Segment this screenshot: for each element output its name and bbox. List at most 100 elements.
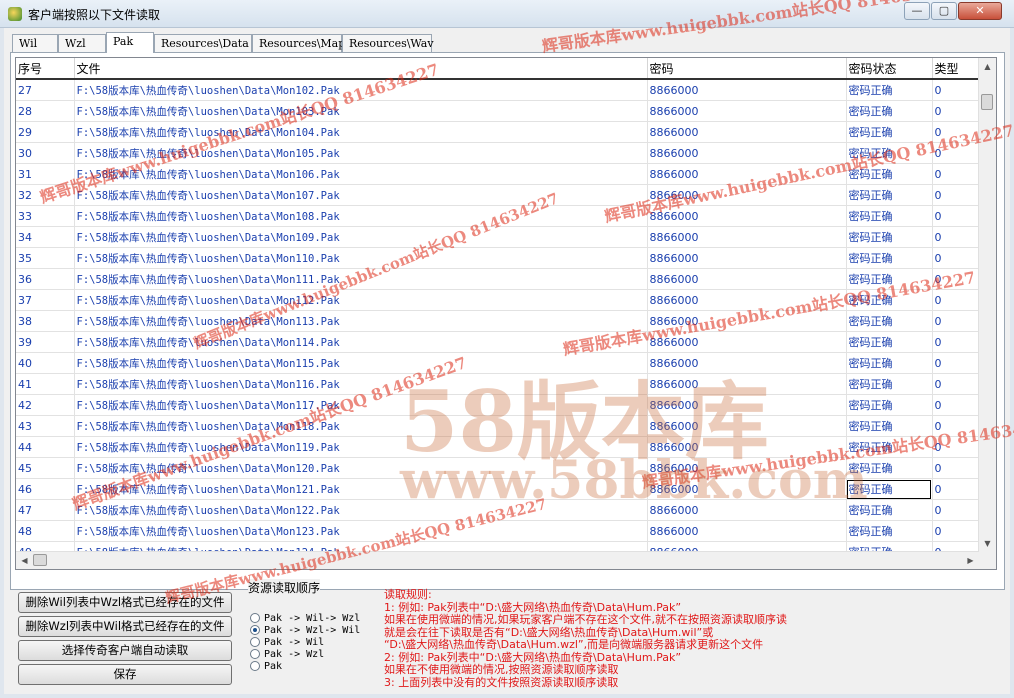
cell-status[interactable]: 密码正确 — [846, 520, 933, 542]
minimize-button[interactable]: — — [904, 2, 930, 20]
tab-resources-wav[interactable]: Resources\Wav — [342, 34, 434, 52]
table-row[interactable]: 39 F:\58版本库\热血传奇\luoshen\Data\Mon114.Pak 8… — [16, 331, 979, 353]
tab-wzl[interactable]: Wzl — [58, 34, 106, 52]
cell-password[interactable]: 8866000 — [647, 520, 847, 542]
cell-index[interactable]: 38 — [16, 310, 75, 332]
horizontal-scrollbar[interactable]: ◀ ▶ — [16, 551, 979, 569]
cell-type[interactable]: 0 — [932, 268, 979, 290]
cell-type[interactable]: 0 — [932, 415, 979, 437]
cell-password[interactable]: 8866000 — [647, 121, 847, 143]
cell-type[interactable]: 0 — [932, 247, 979, 269]
tab-pak[interactable]: Pak — [106, 32, 154, 53]
cell-password[interactable]: 8866000 — [647, 79, 847, 101]
cell-type[interactable]: 0 — [932, 121, 979, 143]
cell-type[interactable]: 0 — [932, 394, 979, 416]
cell-file[interactable]: F:\58版本库\热血传奇\luoshen\Data\Mon104.Pak — [74, 121, 648, 143]
table-row[interactable]: 42 F:\58版本库\热血传奇\luoshen\Data\Mon117.Pak 8… — [16, 394, 979, 416]
file-grid[interactable]: 序号 文件 密码 密码状态 类型 27 F:\58版本库\热血传奇\luoshen… — [15, 57, 997, 570]
delete-wil-duplicates-button[interactable]: 删除Wil列表中Wzl格式已经存在的文件 — [18, 592, 232, 613]
table-row[interactable]: 30 F:\58版本库\热血传奇\luoshen\Data\Mon105.Pak 8… — [16, 142, 979, 164]
cell-index[interactable]: 44 — [16, 436, 75, 458]
cell-file[interactable]: F:\58版本库\热血传奇\luoshen\Data\Mon121.Pak — [74, 478, 648, 500]
cell-type[interactable]: 0 — [932, 100, 979, 122]
cell-type[interactable]: 0 — [932, 79, 979, 101]
vertical-scrollbar[interactable]: ▲ ▼ — [978, 58, 996, 552]
cell-password[interactable]: 8866000 — [647, 226, 847, 248]
cell-index[interactable]: 42 — [16, 394, 75, 416]
table-row[interactable]: 41 F:\58版本库\热血传奇\luoshen\Data\Mon116.Pak 8… — [16, 373, 979, 395]
cell-file[interactable]: F:\58版本库\热血传奇\luoshen\Data\Mon120.Pak — [74, 457, 648, 479]
cell-file[interactable]: F:\58版本库\热血传奇\luoshen\Data\Mon114.Pak — [74, 331, 648, 353]
scroll-right-icon[interactable]: ▶ — [962, 552, 979, 569]
cell-file[interactable]: F:\58版本库\热血传奇\luoshen\Data\Mon117.Pak — [74, 394, 648, 416]
table-row[interactable]: 29 F:\58版本库\热血传奇\luoshen\Data\Mon104.Pak 8… — [16, 121, 979, 143]
cell-type[interactable]: 0 — [932, 352, 979, 374]
cell-password[interactable]: 8866000 — [647, 352, 847, 374]
cell-file[interactable]: F:\58版本库\热血传奇\luoshen\Data\Mon103.Pak — [74, 100, 648, 122]
column-header-password-status[interactable]: 密码状态 — [846, 58, 933, 80]
cell-password[interactable]: 8866000 — [647, 184, 847, 206]
cell-file[interactable]: F:\58版本库\热血传奇\luoshen\Data\Mon122.Pak — [74, 499, 648, 521]
close-button[interactable]: ✕ — [958, 2, 1002, 20]
scroll-up-icon[interactable]: ▲ — [979, 58, 996, 75]
table-row[interactable]: 47 F:\58版本库\热血传奇\luoshen\Data\Mon122.Pak 8… — [16, 499, 979, 521]
radio-icon[interactable] — [250, 613, 260, 623]
cell-type[interactable]: 0 — [932, 520, 979, 542]
cell-file[interactable]: F:\58版本库\热血传奇\luoshen\Data\Mon116.Pak — [74, 373, 648, 395]
cell-file[interactable]: F:\58版本库\热血传奇\luoshen\Data\Mon105.Pak — [74, 142, 648, 164]
scroll-left-icon[interactable]: ◀ — [16, 552, 33, 569]
cell-password[interactable]: 8866000 — [647, 415, 847, 437]
save-button[interactable]: 保存 — [18, 664, 232, 685]
cell-file[interactable]: F:\58版本库\热血传奇\luoshen\Data\Mon110.Pak — [74, 247, 648, 269]
table-row[interactable]: 28 F:\58版本库\热血传奇\luoshen\Data\Mon103.Pak 8… — [16, 100, 979, 122]
cell-file[interactable]: F:\58版本库\热血传奇\luoshen\Data\Mon108.Pak — [74, 205, 648, 227]
cell-file[interactable]: F:\58版本库\热血传奇\luoshen\Data\Mon111.Pak — [74, 268, 648, 290]
cell-file[interactable]: F:\58版本库\热血传奇\luoshen\Data\Mon123.Pak — [74, 520, 648, 542]
cell-index[interactable]: 45 — [16, 457, 75, 479]
cell-password[interactable]: 8866000 — [647, 331, 847, 353]
cell-status[interactable]: 密码正确 — [846, 352, 933, 374]
table-row[interactable]: 36 F:\58版本库\热血传奇\luoshen\Data\Mon111.Pak 8… — [16, 268, 979, 290]
vertical-scroll-thumb[interactable] — [981, 94, 993, 110]
cell-file[interactable]: F:\58版本库\热血传奇\luoshen\Data\Mon119.Pak — [74, 436, 648, 458]
cell-password[interactable]: 8866000 — [647, 499, 847, 521]
cell-status[interactable]: 密码正确 — [846, 79, 933, 101]
read-order-option-4[interactable]: Pak -> Wzl — [250, 649, 324, 661]
cell-type[interactable]: 0 — [932, 289, 979, 311]
maximize-button[interactable]: ▢ — [931, 2, 957, 20]
column-header-password[interactable]: 密码 — [647, 58, 847, 80]
read-order-option-5[interactable]: Pak — [250, 661, 282, 673]
cell-index[interactable]: 48 — [16, 520, 75, 542]
cell-index[interactable]: 32 — [16, 184, 75, 206]
cell-status[interactable]: 密码正确 — [846, 268, 933, 290]
table-row[interactable]: 31 F:\58版本库\热血传奇\luoshen\Data\Mon106.Pak 8… — [16, 163, 979, 185]
radio-checked-icon[interactable] — [250, 625, 260, 635]
table-row[interactable]: 43 F:\58版本库\热血传奇\luoshen\Data\Mon118.Pak 8… — [16, 415, 979, 437]
radio-icon[interactable] — [250, 649, 260, 659]
cell-file[interactable]: F:\58版本库\热血传奇\luoshen\Data\Mon107.Pak — [74, 184, 648, 206]
cell-file[interactable]: F:\58版本库\热血传奇\luoshen\Data\Mon109.Pak — [74, 226, 648, 248]
auto-read-client-button[interactable]: 选择传奇客户端自动读取 — [18, 640, 232, 661]
table-row[interactable]: 34 F:\58版本库\热血传奇\luoshen\Data\Mon109.Pak 8… — [16, 226, 979, 248]
cell-index[interactable]: 29 — [16, 121, 75, 143]
cell-password[interactable]: 8866000 — [647, 268, 847, 290]
cell-status[interactable]: 密码正确 — [846, 121, 933, 143]
table-row[interactable]: 46 F:\58版本库\热血传奇\luoshen\Data\Mon121.Pak 8… — [16, 478, 979, 500]
cell-status[interactable]: 密码正确 — [846, 499, 933, 521]
cell-status[interactable]: 密码正确 — [846, 394, 933, 416]
cell-status[interactable]: 密码正确 — [846, 331, 933, 353]
radio-icon[interactable] — [250, 661, 260, 671]
cell-index[interactable]: 27 — [16, 79, 75, 101]
table-row[interactable]: 48 F:\58版本库\热血传奇\luoshen\Data\Mon123.Pak 8… — [16, 520, 979, 542]
table-row[interactable]: 27 F:\58版本库\热血传奇\luoshen\Data\Mon102.Pak 8… — [16, 79, 979, 101]
cell-index[interactable]: 46 — [16, 478, 75, 500]
cell-type[interactable]: 0 — [932, 310, 979, 332]
horizontal-scroll-thumb[interactable] — [33, 554, 47, 566]
cell-status[interactable]: 密码正确 — [846, 247, 933, 269]
cell-status[interactable]: 密码正确 — [846, 457, 933, 479]
cell-type[interactable]: 0 — [932, 142, 979, 164]
column-header-file[interactable]: 文件 — [74, 58, 648, 80]
cell-status[interactable]: 密码正确 — [846, 142, 933, 164]
cell-type[interactable]: 0 — [932, 163, 979, 185]
cell-password[interactable]: 8866000 — [647, 310, 847, 332]
